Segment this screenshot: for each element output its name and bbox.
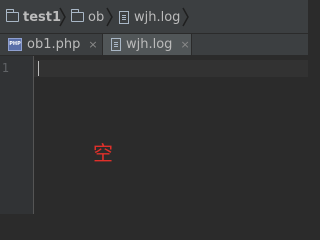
line-number-gutter: 1	[0, 56, 34, 214]
tab-wjh-log[interactable]: wjh.log ×	[102, 34, 192, 55]
text-caret	[38, 61, 39, 76]
breadcrumb-separator-icon	[59, 7, 66, 27]
breadcrumb-item-project[interactable]: test1	[6, 8, 61, 26]
breadcrumb-label-project: test1	[23, 9, 62, 25]
tab-ob1-php[interactable]: PHP ob1.php ×	[8, 34, 100, 55]
breadcrumb-separator-icon	[182, 7, 189, 27]
code-editor[interactable]	[34, 56, 308, 214]
editor-tab-bar: PHP ob1.php × wjh.log ×	[0, 34, 308, 56]
empty-annotation: 空	[93, 141, 113, 165]
current-line-highlight	[34, 60, 308, 77]
breadcrumb-item-folder[interactable]: ob	[71, 8, 104, 26]
close-icon[interactable]: ×	[88, 38, 97, 51]
tab-label: wjh.log	[126, 37, 173, 52]
line-number: 1	[1, 61, 9, 75]
breadcrumb-label-file: wjh.log	[134, 9, 181, 25]
folder-icon	[71, 9, 84, 22]
text-file-icon	[119, 10, 129, 24]
breadcrumb-separator-icon	[106, 7, 113, 27]
close-icon[interactable]: ×	[180, 38, 189, 51]
folder-icon	[6, 9, 19, 22]
breadcrumb-label-folder: ob	[88, 9, 105, 25]
navigation-bar: test1 ob wjh.log	[0, 0, 308, 34]
php-file-icon: PHP	[8, 38, 22, 51]
breadcrumb-item-file[interactable]: wjh.log	[119, 8, 180, 26]
text-file-icon	[111, 38, 121, 51]
tab-label: ob1.php	[27, 37, 81, 52]
